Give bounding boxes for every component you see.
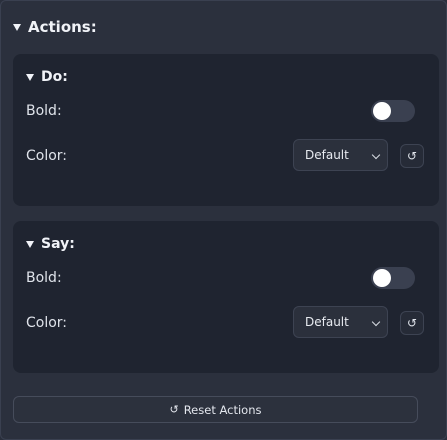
say-bold-label: Bold:: [26, 270, 62, 286]
say-header[interactable]: Say:: [26, 236, 75, 252]
say-title: Say:: [41, 236, 75, 252]
reset-icon: ↺: [406, 316, 418, 330]
chevron-down-icon: [371, 150, 381, 160]
do-title: Do:: [41, 69, 68, 85]
do-color-reset-button[interactable]: ↺: [400, 144, 424, 168]
actions-panel: Actions: Do: Bold: Color: Default ↺ Say:…: [0, 0, 447, 440]
actions-header[interactable]: Actions:: [13, 18, 97, 36]
reset-actions-label: Reset Actions: [183, 402, 262, 417]
do-color-select[interactable]: Default: [293, 139, 388, 171]
say-color-label: Color:: [26, 315, 68, 331]
do-color-value: Default: [305, 148, 349, 162]
toggle-knob: [373, 269, 391, 287]
say-card: Say: Bold: Color: Default ↺: [13, 221, 439, 373]
do-color-label: Color:: [26, 148, 68, 164]
reset-icon: ↺: [406, 149, 418, 163]
caret-down-icon: [26, 73, 34, 81]
caret-down-icon: [13, 23, 21, 31]
toggle-knob: [373, 102, 391, 120]
do-bold-label: Bold:: [26, 103, 62, 119]
say-bold-toggle[interactable]: [371, 267, 415, 289]
chevron-down-icon: [371, 317, 381, 327]
do-header[interactable]: Do:: [26, 69, 68, 85]
say-color-reset-button[interactable]: ↺: [400, 311, 424, 335]
reset-actions-button[interactable]: ↺ Reset Actions: [13, 396, 418, 423]
say-color-value: Default: [305, 315, 349, 329]
do-bold-toggle[interactable]: [371, 100, 415, 122]
actions-title: Actions:: [28, 18, 97, 36]
caret-down-icon: [26, 240, 34, 248]
reset-icon: ↺: [169, 403, 179, 416]
do-card: Do: Bold: Color: Default ↺: [13, 54, 439, 206]
say-color-select[interactable]: Default: [293, 306, 388, 338]
